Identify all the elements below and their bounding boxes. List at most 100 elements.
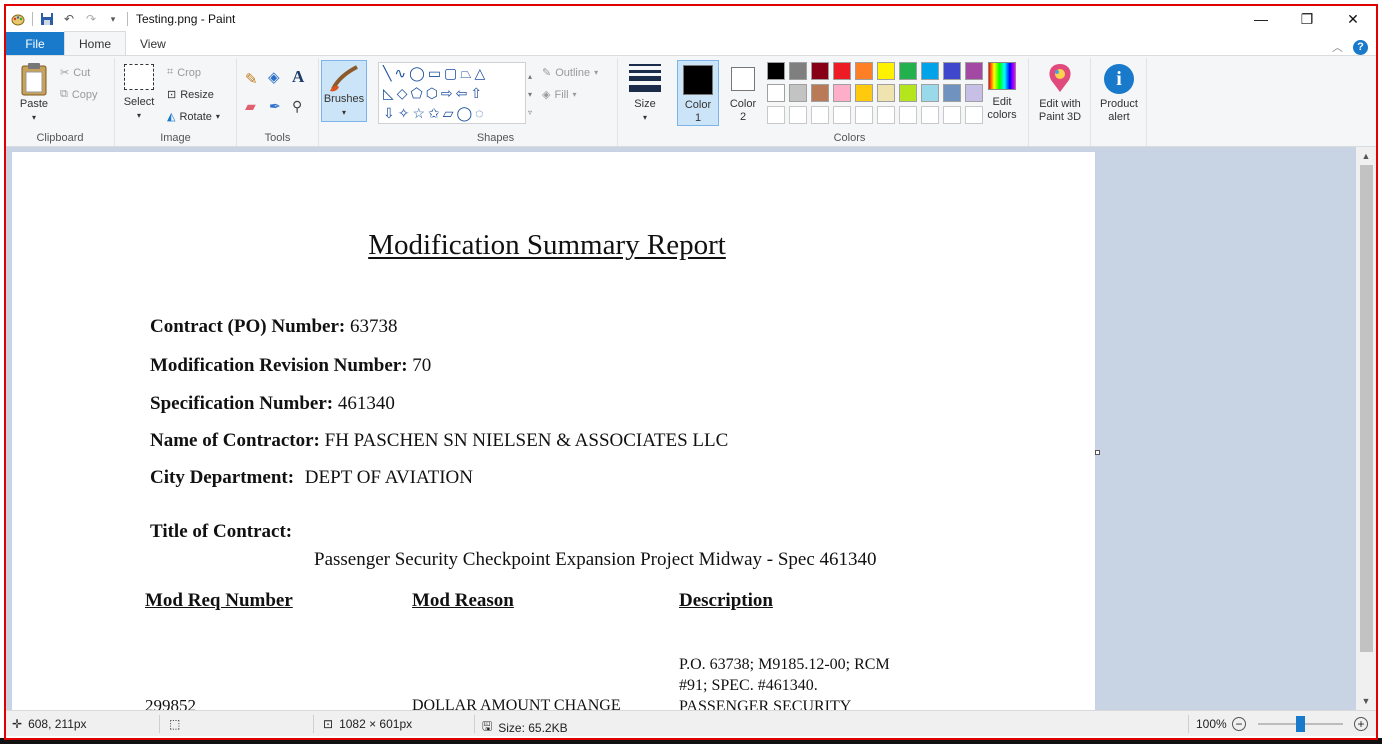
rotate-button[interactable]: ◭ Rotate ▾ xyxy=(167,110,220,124)
palette-color-swatch[interactable] xyxy=(767,62,785,80)
custom-color-swatch[interactable] xyxy=(811,106,829,124)
customize-qat-icon[interactable]: ▾ xyxy=(105,11,121,27)
paste-dropdown-icon: ▾ xyxy=(31,113,36,122)
status-divider xyxy=(1188,715,1189,733)
clipboard-group: Paste ▾ ✂ Cut ⧉ Copy Clipboard xyxy=(6,58,115,146)
image-dimensions: ⊡ 1082 × 601px xyxy=(323,717,412,731)
palette-color-swatch[interactable] xyxy=(789,62,807,80)
zoom-slider-thumb[interactable] xyxy=(1296,716,1305,732)
edit-colors-button[interactable]: Edit colors xyxy=(981,62,1023,122)
palette-color-swatch[interactable] xyxy=(921,84,939,102)
paint3d-group: Edit with Paint 3D xyxy=(1029,58,1091,146)
canvas-workspace[interactable]: Modification Summary Report Contract (PO… xyxy=(6,147,1356,710)
palette-color-swatch[interactable] xyxy=(767,84,785,102)
scrollbar-thumb[interactable] xyxy=(1360,165,1373,652)
brushes-button[interactable]: Brushes ▾ xyxy=(321,60,367,122)
custom-color-swatch[interactable] xyxy=(899,106,917,124)
fill-bucket-icon[interactable]: ◈ xyxy=(268,68,280,86)
palette-color-swatch[interactable] xyxy=(921,62,939,80)
column-header-mod-req-number: Mod Req Number xyxy=(145,590,293,611)
palette-color-swatch[interactable] xyxy=(943,62,961,80)
eraser-icon[interactable]: ▰ xyxy=(245,98,256,115)
undo-icon[interactable]: ↶ xyxy=(61,11,77,27)
custom-color-swatch[interactable] xyxy=(877,106,895,124)
palette-color-swatch[interactable] xyxy=(855,62,873,80)
resize-label: Resize xyxy=(180,88,214,101)
cursor-position-icon: ✛ xyxy=(12,717,23,731)
file-size: 🖫 Size: 65.2KB xyxy=(482,717,568,738)
custom-color-swatch[interactable] xyxy=(789,106,807,124)
zoom-in-button[interactable]: + xyxy=(1354,717,1368,731)
fill-button[interactable]: ◈ Fill ▾ xyxy=(542,88,577,102)
palette-color-swatch[interactable] xyxy=(877,84,895,102)
specification-number-label: Specification Number: xyxy=(150,393,334,414)
redo-icon[interactable]: ↷ xyxy=(83,11,99,27)
shapes-group: ╲∿◯▭▢⏢△ ◺◇⬠⬡⇨⇦⇧ ⇩✧☆✩▱◯◌ ▴ ▾ ▿ ✎ Outline ▾ … xyxy=(374,58,618,146)
contractor-name-value: FH PASCHEN SN NIELSEN & ASSOCIATES LLC xyxy=(324,430,729,451)
copy-button[interactable]: ⧉ Copy xyxy=(60,88,98,101)
pencil-icon[interactable]: ✎ xyxy=(245,70,258,88)
vertical-scrollbar[interactable]: ▲ ▼ xyxy=(1356,147,1376,710)
text-tool-icon[interactable]: A xyxy=(292,67,304,87)
palette-color-swatch[interactable] xyxy=(899,62,917,80)
copy-label: Copy xyxy=(71,88,98,101)
collapse-ribbon-icon[interactable]: ︿ xyxy=(1332,39,1343,55)
palette-color-swatch[interactable] xyxy=(943,84,961,102)
outline-icon: ✎ xyxy=(542,67,552,79)
palette-color-swatch[interactable] xyxy=(811,84,829,102)
custom-color-swatch[interactable] xyxy=(921,106,939,124)
custom-color-swatch[interactable] xyxy=(943,106,961,124)
close-button[interactable]: ✕ xyxy=(1330,6,1376,32)
tools-group-label: Tools xyxy=(264,132,291,144)
magnifier-icon[interactable]: ⚲ xyxy=(292,98,302,115)
resize-button[interactable]: ⊡ Resize xyxy=(167,88,214,102)
colors-group: Color 1 Color 2 Edit colors Colors xyxy=(671,58,1029,146)
maximize-button[interactable]: ❐ xyxy=(1284,6,1330,32)
copy-icon: ⧉ xyxy=(60,88,68,100)
palette-color-swatch[interactable] xyxy=(833,84,851,102)
contract-number-field: Contract (PO) Number: 63738 xyxy=(150,316,397,338)
custom-color-swatch[interactable] xyxy=(855,106,873,124)
canvas-image[interactable]: Modification Summary Report Contract (PO… xyxy=(12,152,1095,710)
color2-button[interactable]: Color 2 xyxy=(723,60,763,126)
scroll-down-icon[interactable]: ▼ xyxy=(1356,693,1376,709)
color1-button[interactable]: Color 1 xyxy=(677,60,719,126)
tab-view[interactable]: View xyxy=(126,32,180,55)
outline-button[interactable]: ✎ Outline ▾ xyxy=(542,66,598,80)
title-of-contract-label-text: Title of Contract: xyxy=(150,521,293,542)
color-picker-icon[interactable]: ✒ xyxy=(269,98,281,115)
scroll-up-icon[interactable]: ▲ xyxy=(1356,148,1376,164)
fill-icon: ◈ xyxy=(542,89,551,101)
paste-button[interactable]: Paste ▾ xyxy=(16,62,52,124)
palette-color-swatch[interactable] xyxy=(789,84,807,102)
clipboard-group-label: Clipboard xyxy=(36,132,84,144)
edit-with-paint3d-button[interactable]: Edit with Paint 3D xyxy=(1031,62,1089,124)
zoom-out-button[interactable]: − xyxy=(1232,717,1246,731)
palette-color-swatch[interactable] xyxy=(899,84,917,102)
product-alert-button[interactable]: i Product alert xyxy=(1093,64,1145,124)
shapes-group-label: Shapes xyxy=(476,132,515,144)
save-icon[interactable] xyxy=(39,11,55,27)
size-group: Size ▾ xyxy=(618,58,671,146)
shapes-gallery-scroll[interactable]: ▴ ▾ ▿ xyxy=(528,68,532,122)
disk-icon: 🖫 xyxy=(482,719,493,733)
size-button[interactable]: Size ▾ xyxy=(626,64,664,124)
modification-revision-field: Modification Revision Number: 70 xyxy=(150,355,431,377)
mod-req-number-cell: 299852 xyxy=(145,696,196,710)
resize-handle-right[interactable] xyxy=(1095,450,1100,455)
palette-color-swatch[interactable] xyxy=(811,62,829,80)
palette-color-swatch[interactable] xyxy=(877,62,895,80)
help-icon[interactable]: ? xyxy=(1353,39,1368,55)
tab-home[interactable]: Home xyxy=(64,31,127,55)
minimize-button[interactable]: — xyxy=(1238,6,1284,32)
status-divider xyxy=(474,715,475,733)
palette-color-swatch[interactable] xyxy=(833,62,851,80)
palette-color-swatch[interactable] xyxy=(855,84,873,102)
shapes-gallery[interactable]: ╲∿◯▭▢⏢△ ◺◇⬠⬡⇨⇦⇧ ⇩✧☆✩▱◯◌ xyxy=(378,62,526,124)
crop-button[interactable]: ⌗ Crop xyxy=(167,66,201,79)
custom-color-swatch[interactable] xyxy=(833,106,851,124)
custom-color-swatch[interactable] xyxy=(767,106,785,124)
tab-file[interactable]: File xyxy=(6,32,64,55)
cut-button[interactable]: ✂ Cut xyxy=(60,66,90,80)
select-button[interactable]: Select ▾ xyxy=(121,64,157,122)
